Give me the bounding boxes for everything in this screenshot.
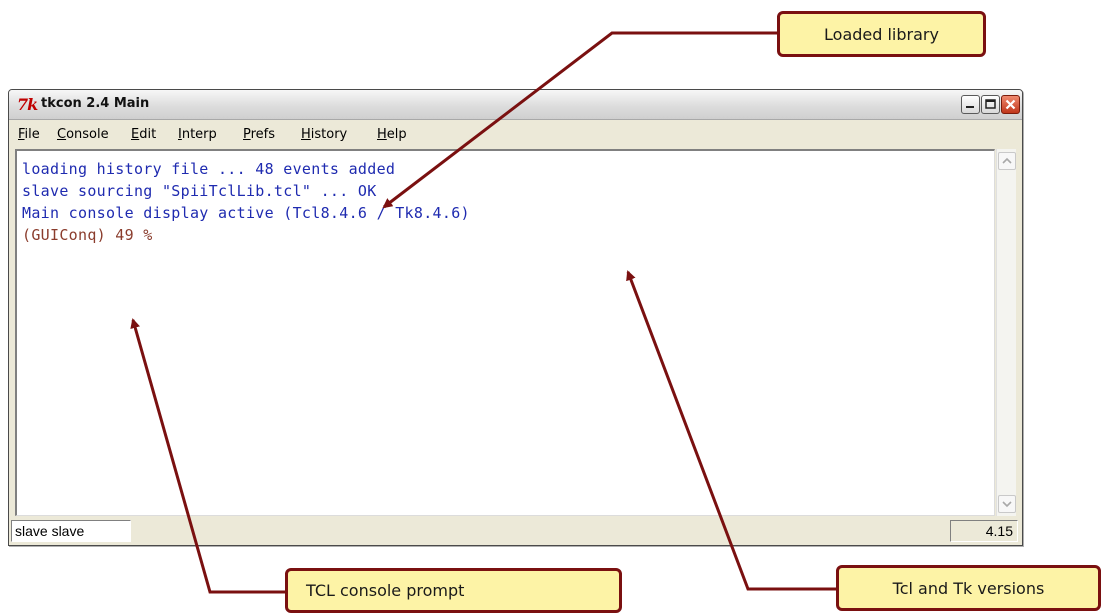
arrow-loaded-library <box>382 31 777 209</box>
arrow-versions <box>626 270 836 591</box>
callout-loaded-library: Loaded library <box>777 11 986 57</box>
arrow-prompt <box>130 318 285 594</box>
annotation-arrows <box>130 31 836 594</box>
callout-tcl-tk-versions: Tcl and Tk versions <box>836 565 1101 611</box>
callout-console-prompt: TCL console prompt <box>285 568 622 613</box>
